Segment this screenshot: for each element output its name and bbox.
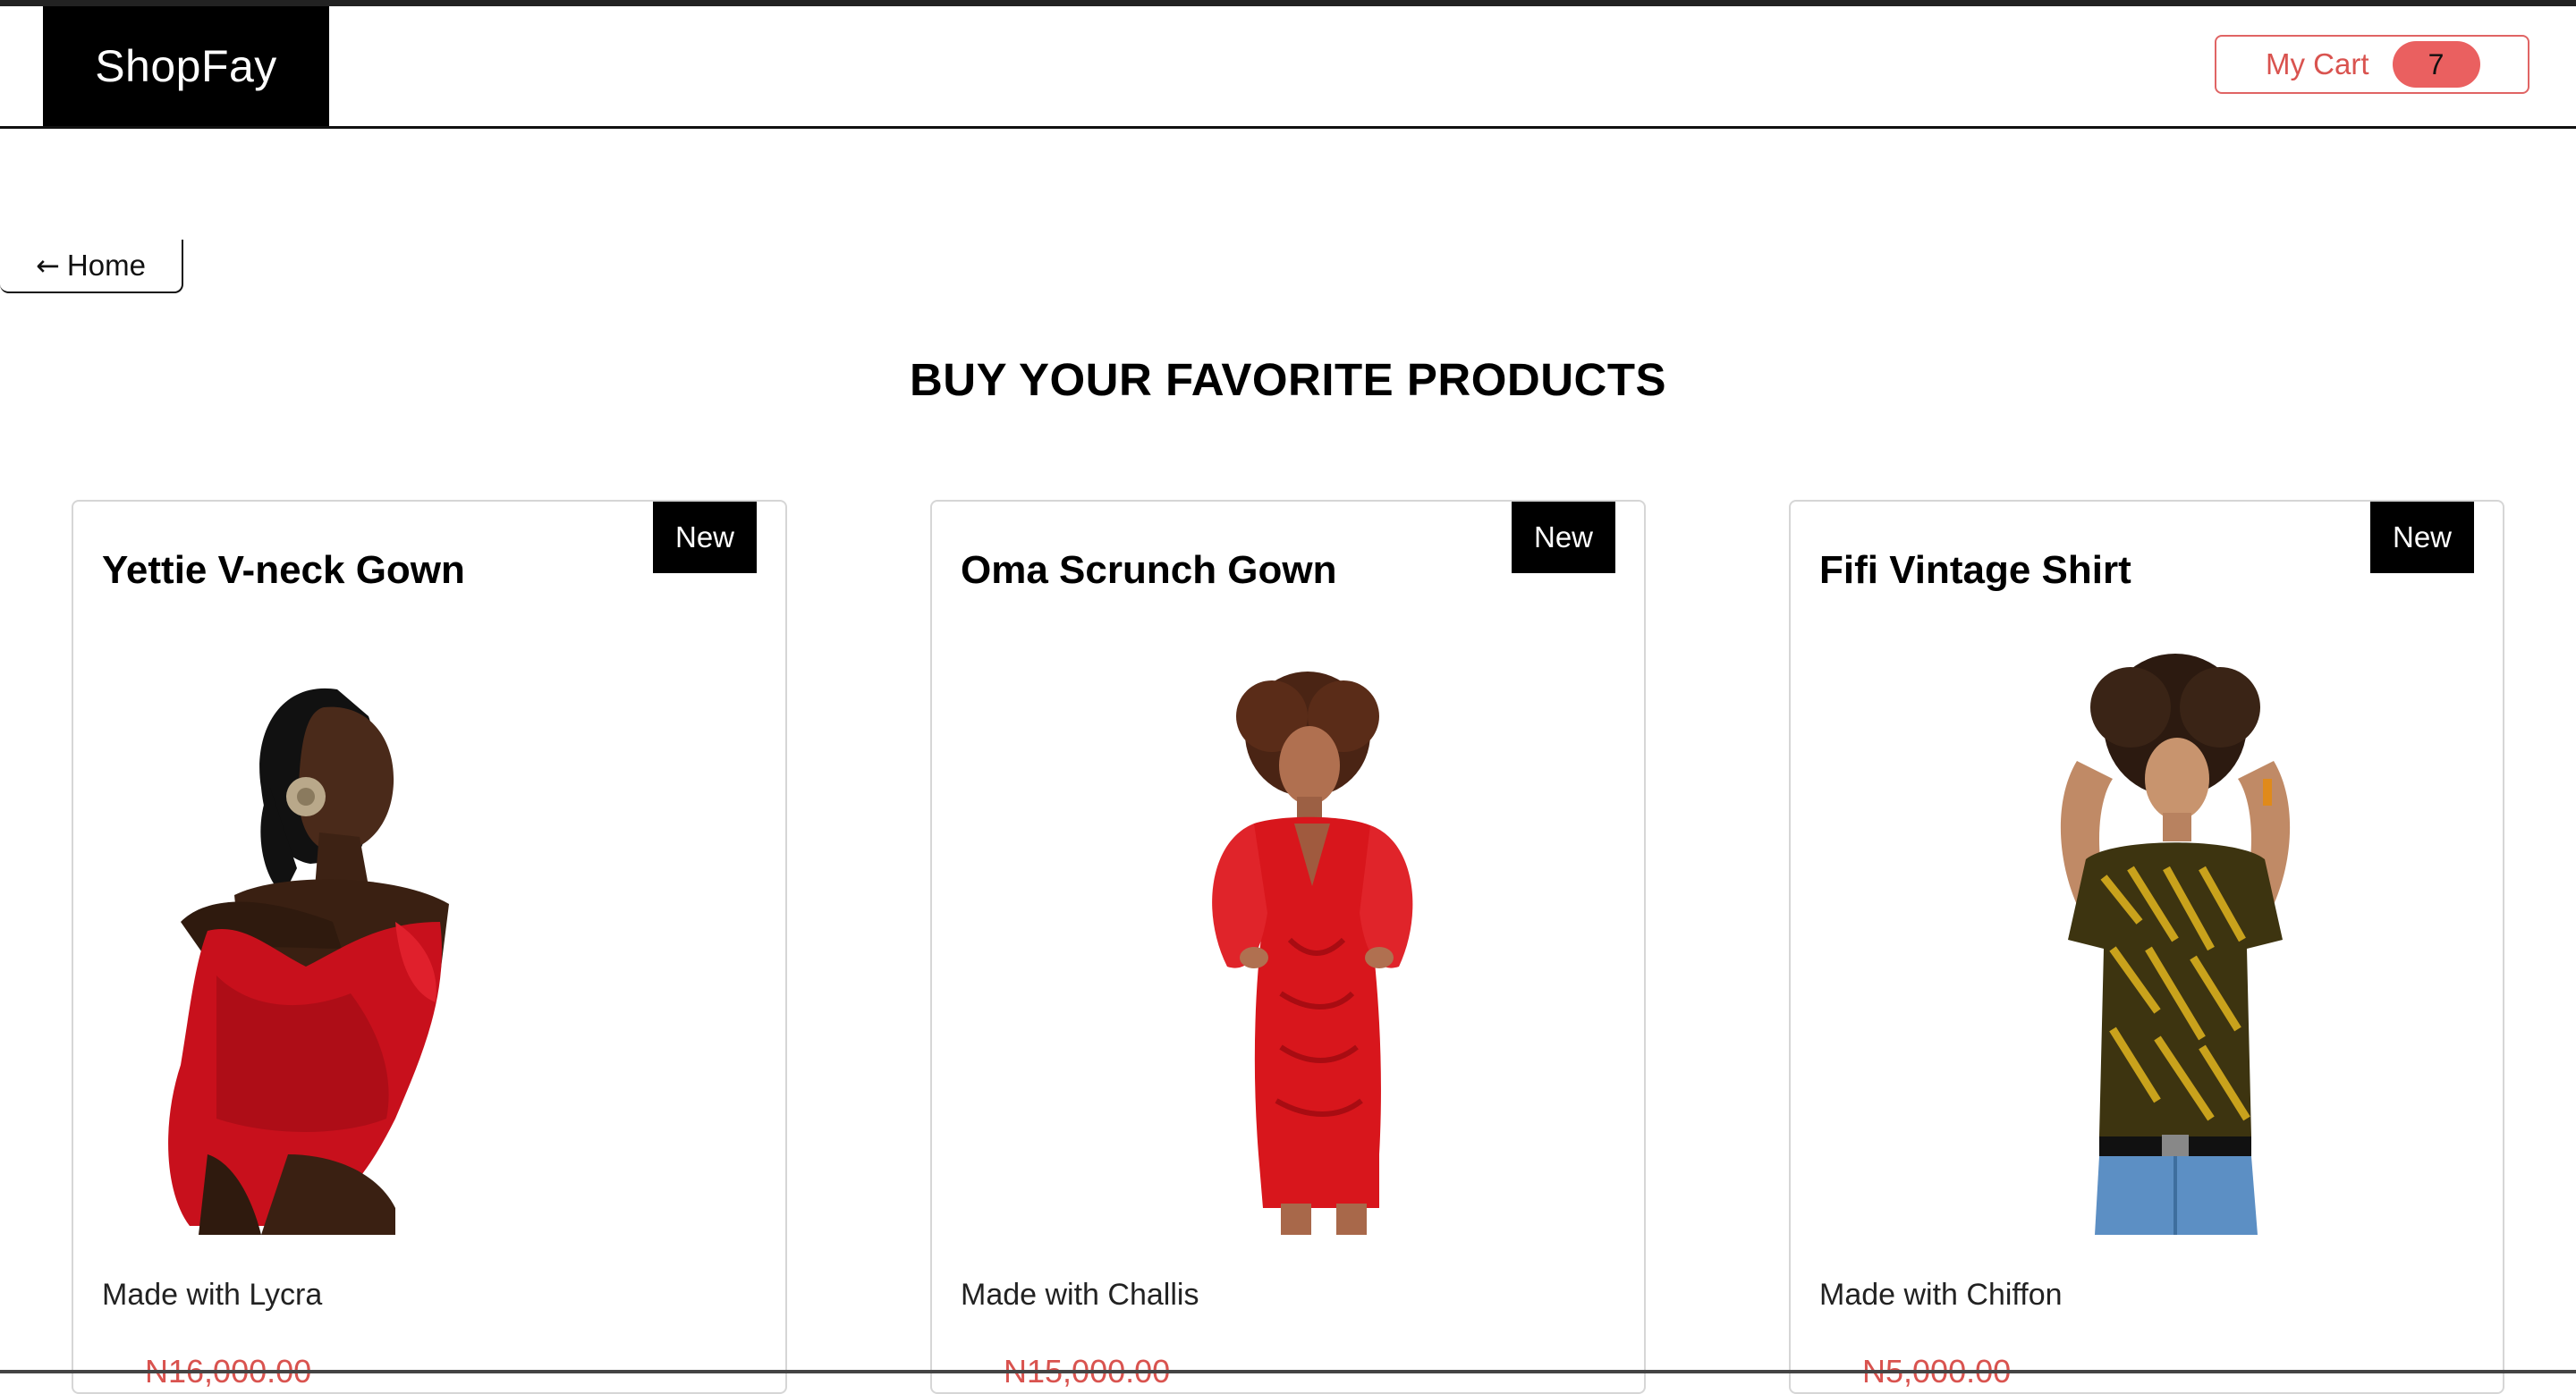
my-cart-button[interactable]: My Cart 7	[2215, 35, 2529, 94]
product-description: Made with Chiffon	[1819, 1278, 2063, 1312]
home-link[interactable]: ← Home	[0, 240, 183, 293]
product-description: Made with Lycra	[102, 1278, 323, 1312]
product-name[interactable]: Yettie V-neck Gown	[102, 548, 465, 593]
new-badge: New	[653, 502, 757, 573]
brand-name: ShopFay	[95, 41, 277, 91]
home-label: Home	[66, 249, 146, 282]
cart-label: My Cart	[2266, 47, 2369, 80]
page-title: BUY YOUR FAVORITE PRODUCTS	[909, 354, 1667, 405]
product-card[interactable]: New Oma Scrunch Gown Made with Challis N…	[930, 500, 1646, 1394]
new-badge: New	[2370, 502, 2474, 573]
window-top-border	[0, 0, 2576, 6]
product-card[interactable]: New Yettie V-neck Gown Made with Lycra N…	[72, 500, 787, 1394]
product-image[interactable]	[986, 654, 1594, 1235]
arrow-left-icon: ←	[36, 249, 60, 283]
cart-count-badge: 7	[2392, 41, 2480, 88]
product-image[interactable]	[127, 654, 735, 1235]
product-card[interactable]: New Fifi Vintage Shirt Made with Chiffon…	[1789, 500, 2504, 1394]
site-header: ShopFay My Cart 7	[0, 6, 2576, 129]
new-badge: New	[1512, 502, 1615, 573]
product-name[interactable]: Oma Scrunch Gown	[961, 548, 1337, 593]
product-image[interactable]	[1844, 654, 2453, 1235]
brand-logo[interactable]: ShopFay	[43, 6, 329, 126]
product-description: Made with Challis	[961, 1278, 1199, 1312]
window-bottom-border	[0, 1370, 2576, 1373]
product-name[interactable]: Fifi Vintage Shirt	[1819, 548, 2131, 593]
